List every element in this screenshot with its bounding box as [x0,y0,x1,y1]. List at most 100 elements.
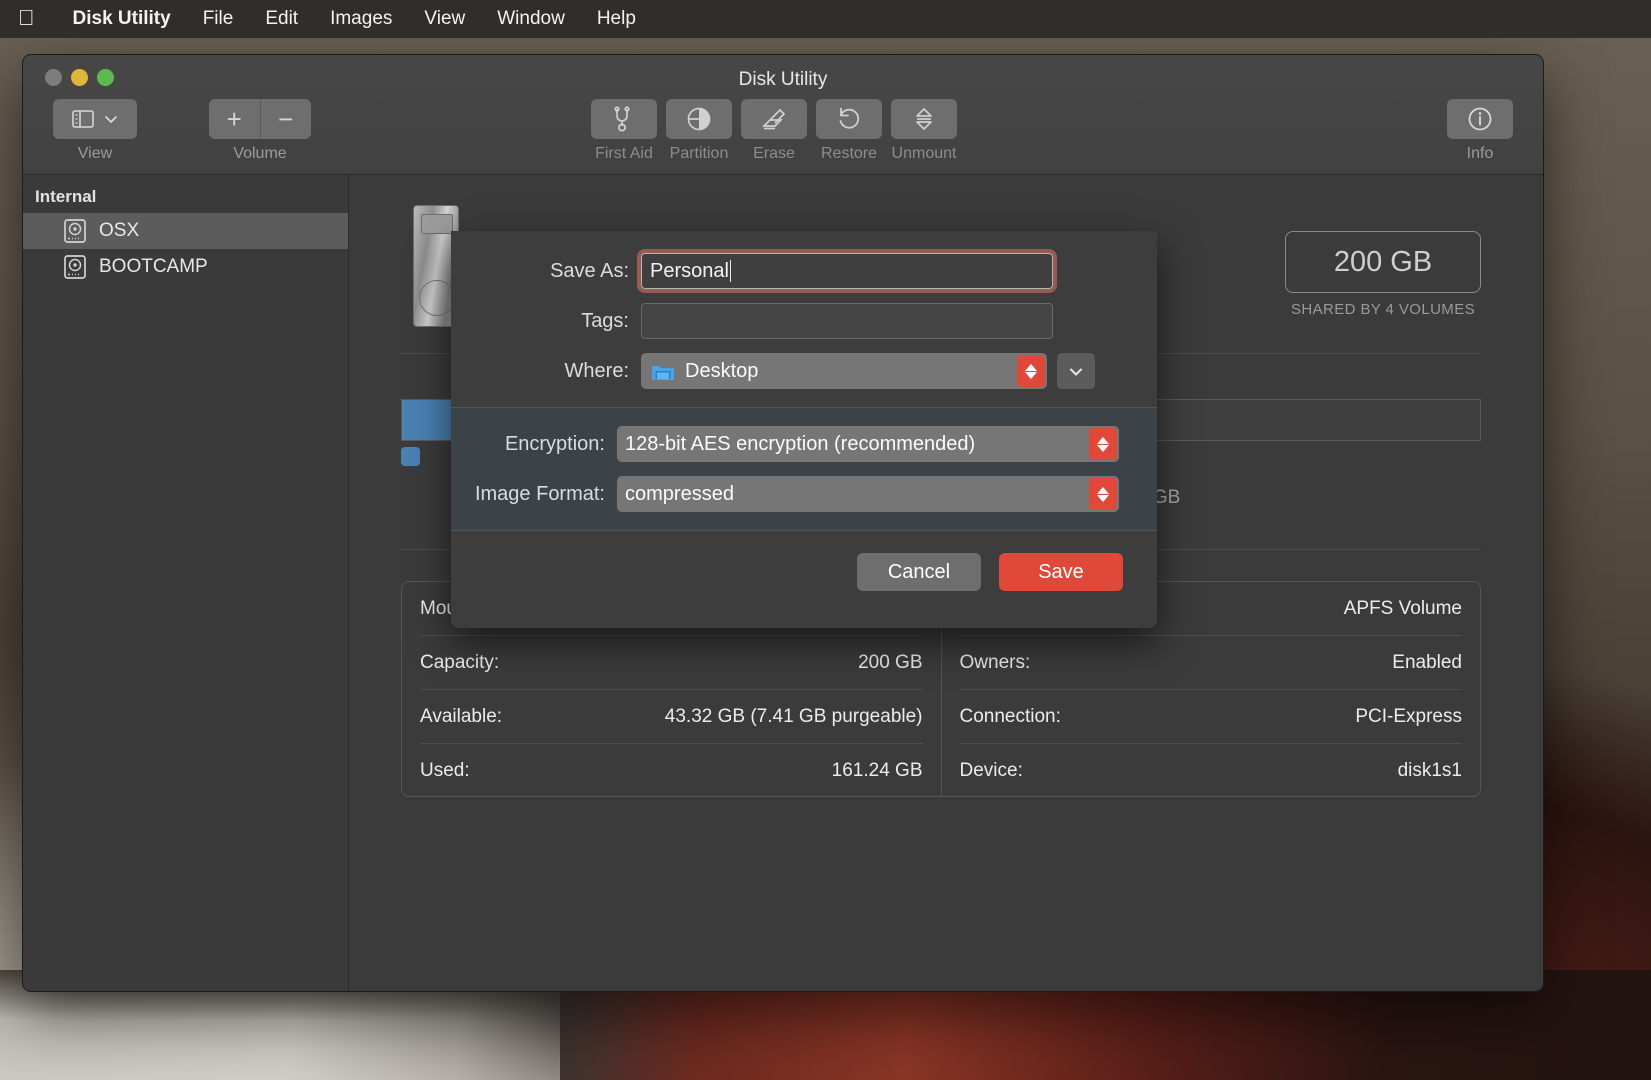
menu-item-help[interactable]: Help [581,8,652,30]
image-format-value: compressed [625,482,734,505]
first-aid-button[interactable] [591,99,657,139]
erase-item: Erase [741,99,807,163]
eject-arrows-icon [913,106,935,132]
save-as-input[interactable]: Personal [637,249,1057,293]
image-format-stepper[interactable] [1089,478,1117,510]
toolbar-group-view: View [53,99,137,163]
restore-label: Restore [820,145,878,162]
menu-item-disk-utility[interactable]: Disk Utility [57,8,187,30]
table-row: Owners: Enabled [959,636,1462,690]
where-label: Where: [564,359,629,382]
info-key: Owners: [959,651,1031,673]
menu-item-images[interactable]: Images [314,8,408,30]
encryption-value: 128-bit AES encryption (recommended) [625,432,976,455]
eraser-icon [761,106,787,132]
stepper-down-icon [1097,444,1109,452]
first-aid-item: First Aid [591,99,657,163]
save-button[interactable]: Save [999,553,1123,591]
menu-item-file[interactable]: File [187,8,250,30]
legend-other-swatch-row [401,447,420,466]
menu-item-window[interactable]: Window [481,8,581,30]
encryption-label: Encryption: [504,432,605,455]
info-value: 43.32 GB (7.41 GB purgeable) [664,705,923,727]
info-key: Available: [420,705,503,727]
first-aid-label: First Aid [595,145,653,162]
info-key: Connection: [959,705,1061,727]
where-popup-button[interactable]: Desktop [641,353,1047,389]
info-button[interactable] [1447,99,1513,139]
cancel-button[interactable]: Cancel [857,553,981,591]
plus-icon[interactable]: + [209,99,260,139]
sidebar-layout-icon [72,110,94,128]
sidebar-item-osx[interactable]: OSX [23,213,348,249]
encryption-popup-button[interactable]: 128-bit AES encryption (recommended) [617,426,1119,462]
menu-item-edit[interactable]: Edit [249,8,314,30]
apple-logo-icon[interactable]:  [18,6,35,32]
volume-label: Volume [233,145,287,162]
info-key: Device: [959,760,1023,781]
erase-label: Erase [753,145,795,162]
stethoscope-icon [611,106,637,132]
restore-item: Restore [816,99,882,163]
where-value: Desktop [685,359,759,382]
info-key: Capacity: [420,651,500,673]
table-row: Used: 161.24 GB [420,744,923,796]
tags-row: Tags: [451,303,1157,339]
save-as-value: Personal [650,259,729,282]
restore-button[interactable] [816,99,882,139]
partition-button[interactable] [666,99,732,139]
tags-input[interactable] [641,303,1053,339]
info-label: Info [1466,145,1494,162]
text-caret [729,260,731,282]
where-row: Where: Desktop [451,353,1157,389]
menu-item-view[interactable]: View [408,8,481,30]
capacity-badge: 200 GB [1285,231,1481,293]
view-button[interactable] [53,99,137,139]
chevron-down-icon [1068,366,1084,377]
save-image-sheet: Save As: Personal Tags: Where: Desktop E… [451,231,1157,628]
minus-icon[interactable]: − [259,99,311,139]
partition-label: Partition [669,145,729,162]
save-sheet-top-section: Save As: Personal Tags: Where: Desktop [451,231,1157,407]
undo-arrow-icon [836,106,862,132]
info-key: Used: [420,760,470,781]
save-as-label: Save As: [550,259,629,282]
table-row: Connection: PCI-Express [959,690,1462,744]
sidebar-item-bootcamp[interactable]: BOOTCAMP [23,249,348,285]
image-format-row: Image Format: compressed [451,476,1157,512]
info-value: 161.24 GB [831,760,923,781]
blue-folder-icon [651,362,675,381]
erase-button[interactable] [741,99,807,139]
table-row: Capacity: 200 GB [420,636,923,690]
info-value: Enabled [1392,651,1462,673]
save-sheet-options-section: Encryption: 128-bit AES encryption (reco… [451,407,1157,531]
stepper-up-icon [1097,436,1109,444]
sidebar-item-label: OSX [99,220,140,241]
table-row: Device: disk1s1 [959,744,1463,796]
window-titlebar: Disk Utility View + − Volume First Aid P… [23,55,1543,175]
where-stepper[interactable] [1017,355,1045,387]
stepper-down-icon [1097,494,1109,502]
stepper-up-icon [1025,363,1037,371]
stepper-up-icon [1097,486,1109,494]
window-title: Disk Utility [738,69,828,90]
info-value: APFS Volume [1343,597,1462,619]
legend-swatch-other [401,447,420,466]
unmount-label: Unmount [891,145,957,162]
encryption-row: Encryption: 128-bit AES encryption (reco… [451,426,1157,462]
save-sheet-buttons: Cancel Save [451,531,1157,591]
hard-disk-icon [63,254,87,280]
image-format-popup-button[interactable]: compressed [617,476,1119,512]
save-as-row: Save As: Personal [451,249,1157,293]
sidebar-item-label: BOOTCAMP [99,256,208,277]
where-expand-button[interactable] [1057,353,1095,389]
capacity-subtitle: SHARED BY 4 VOLUMES [1290,301,1476,318]
unmount-item: Unmount [891,99,957,163]
info-value: disk1s1 [1397,760,1462,781]
partition-pie-icon [686,106,712,132]
toolbar-group-volume: + − Volume [209,99,311,163]
chevron-down-icon [104,114,118,124]
info-circle-icon [1467,106,1493,132]
unmount-button[interactable] [891,99,957,139]
encryption-stepper[interactable] [1089,428,1117,460]
